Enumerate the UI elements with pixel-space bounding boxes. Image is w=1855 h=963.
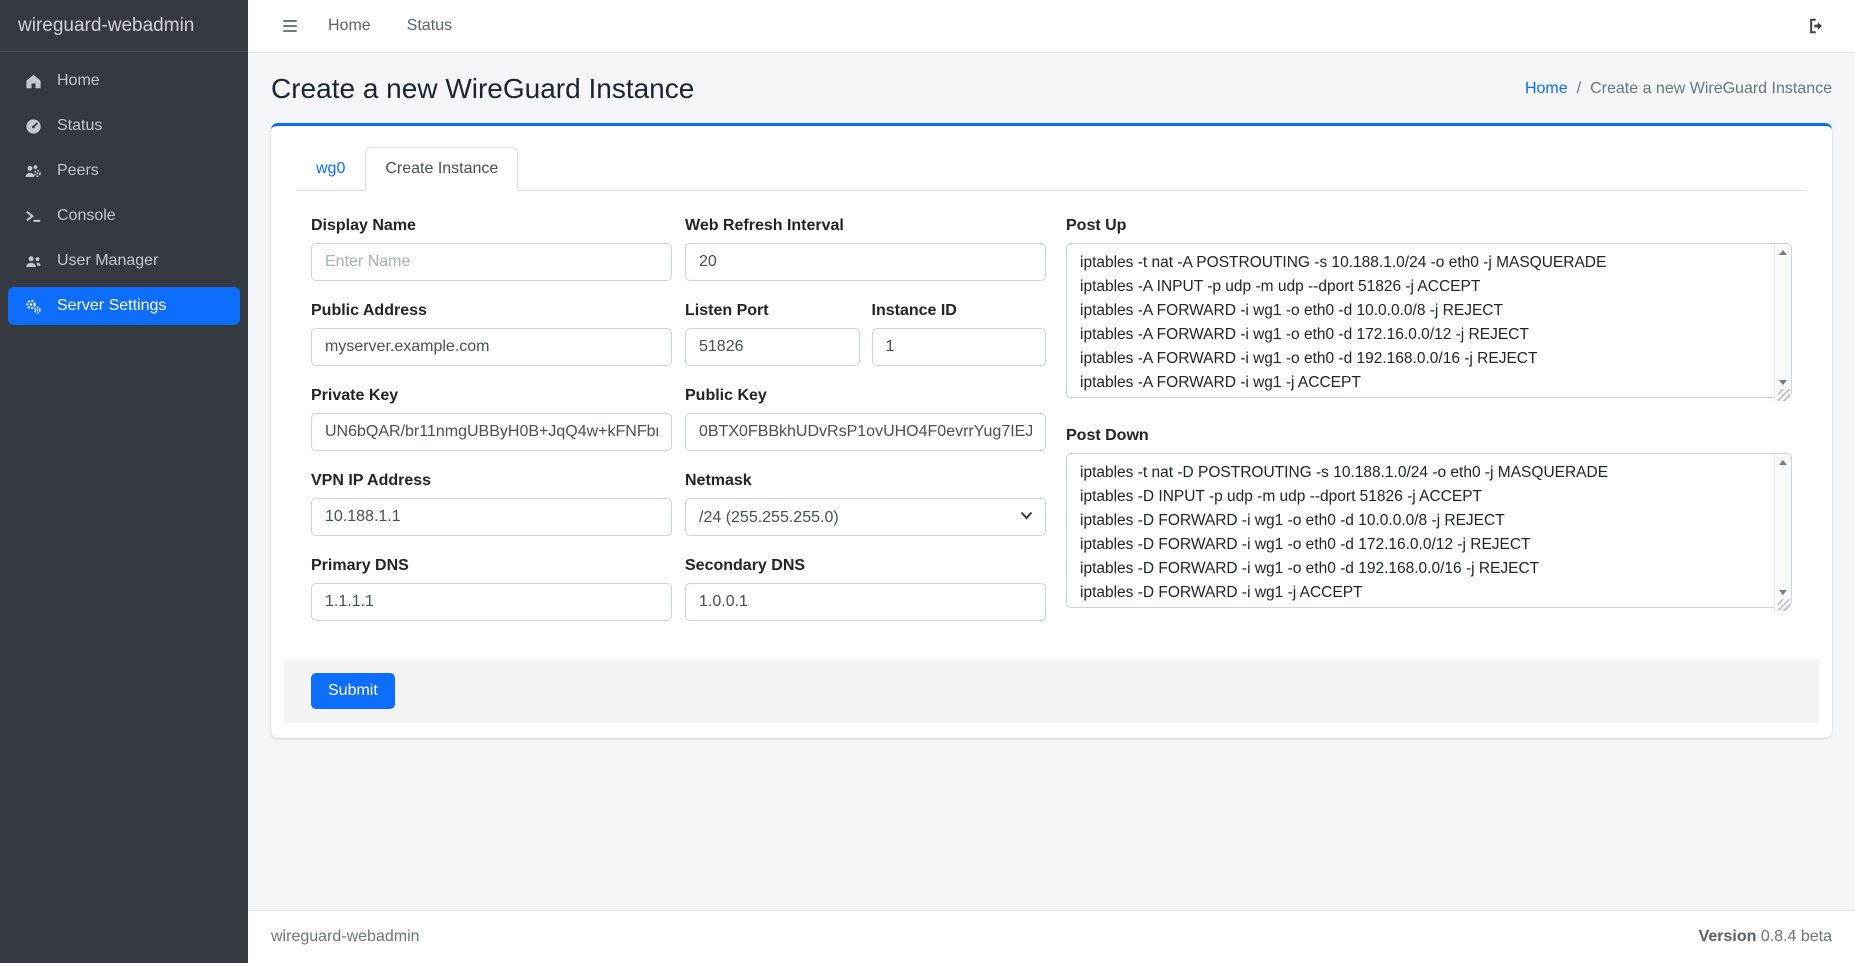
brand-link[interactable]: wireguard-webadmin [0,0,248,52]
sidebar-item-label: Home [57,72,100,90]
scroll-down-arrow-icon[interactable] [1779,590,1787,595]
content: wg0 Create Instance Display Name [248,123,1855,910]
primary-dns-label: Primary DNS [311,557,672,575]
breadcrumb-separator: / [1577,80,1581,98]
instance-id-input[interactable] [872,328,1047,366]
main-area: Home Status Create a new WireGuard Insta… [248,0,1855,963]
tab-wg0[interactable]: wg0 [296,147,365,191]
sidebar-item-label: Server Settings [57,297,166,315]
sidebar-item-status[interactable]: Status [8,107,240,145]
private-key-input[interactable] [311,413,672,451]
sidebar-toggle-button[interactable] [270,10,310,42]
public-address-label: Public Address [311,302,672,320]
page-footer: wireguard-webadmin Version 0.8.4 beta [248,910,1855,963]
listen-port-input[interactable] [685,328,860,366]
gears-icon [22,296,44,316]
top-navbar: Home Status [248,0,1855,53]
web-refresh-interval-label: Web Refresh Interval [685,217,1046,235]
page-header: Create a new WireGuard Instance Home / C… [248,53,1855,123]
sidebar-item-peers[interactable]: Peers [8,152,240,190]
private-key-label: Private Key [311,387,672,405]
netmask-label: Netmask [685,472,1046,490]
topnav-link-status[interactable]: Status [389,9,470,43]
home-icon [22,71,44,91]
form-footer: Submit [284,659,1819,723]
sidebar-nav: Home Status Peers Console [0,52,248,335]
instance-id-label: Instance ID [872,302,1047,320]
users-icon [22,251,44,271]
sidebar-item-label: Status [57,117,102,135]
version-text: Version 0.8.4 beta [1699,928,1832,946]
topnav-link-home[interactable]: Home [310,9,389,43]
listen-port-label: Listen Port [685,302,860,320]
gauge-icon [22,116,44,136]
sidebar-item-user-manager[interactable]: User Manager [8,242,240,280]
sidebar-item-label: Peers [57,162,99,180]
resize-grip[interactable] [1778,599,1790,611]
breadcrumb-home-link[interactable]: Home [1525,80,1568,98]
post-up-textarea[interactable]: iptables -t nat -A POSTROUTING -s 10.188… [1066,243,1792,398]
hamburger-icon [280,16,300,36]
sidebar-item-label: User Manager [57,252,158,270]
version-label: Version [1699,928,1757,945]
sidebar-item-label: Console [57,207,116,225]
netmask-select[interactable]: /24 (255.255.255.0) [685,498,1046,536]
post-up-scrollbar[interactable] [1774,244,1791,402]
page-title: Create a new WireGuard Instance [271,73,694,105]
users-gear-icon [22,161,44,181]
version-value: 0.8.4 beta [1761,928,1832,945]
post-up-label: Post Up [1066,217,1792,235]
breadcrumb: Home / Create a new WireGuard Instance [1525,80,1832,98]
public-key-label: Public Key [685,387,1046,405]
terminal-icon [22,206,44,226]
public-address-input[interactable] [311,328,672,366]
web-refresh-interval-input[interactable] [685,243,1046,281]
secondary-dns-label: Secondary DNS [685,557,1046,575]
scroll-up-arrow-icon[interactable] [1779,460,1787,465]
public-key-input[interactable] [685,413,1046,451]
display-name-input[interactable] [311,243,672,281]
footer-brand: wireguard-webadmin [271,928,420,946]
vpn-ip-address-input[interactable] [311,498,672,536]
tab-create-instance[interactable]: Create Instance [365,147,518,191]
sidebar-item-console[interactable]: Console [8,197,240,235]
primary-dns-input[interactable] [311,583,672,621]
secondary-dns-input[interactable] [685,583,1046,621]
instance-card: wg0 Create Instance Display Name [271,123,1832,738]
sidebar: wireguard-webadmin Home Status Peers [0,0,248,963]
post-down-textarea[interactable]: iptables -t nat -D POSTROUTING -s 10.188… [1066,453,1792,608]
sidebar-item-home[interactable]: Home [8,62,240,100]
sign-out-icon [1807,16,1827,36]
resize-grip[interactable] [1778,389,1790,401]
vpn-ip-address-label: VPN IP Address [311,472,672,490]
post-down-scrollbar[interactable] [1774,454,1791,612]
logout-button[interactable] [1803,12,1831,40]
sidebar-item-server-settings[interactable]: Server Settings [8,287,240,325]
scroll-down-arrow-icon[interactable] [1779,380,1787,385]
breadcrumb-current: Create a new WireGuard Instance [1590,80,1832,98]
submit-button[interactable]: Submit [311,673,395,709]
create-instance-panel: Display Name Web Refresh Interval Public [296,191,1807,723]
post-down-label: Post Down [1066,427,1792,445]
instance-tabs: wg0 Create Instance [296,147,1807,191]
scroll-up-arrow-icon[interactable] [1779,250,1787,255]
display-name-label: Display Name [311,217,672,235]
app-root: wireguard-webadmin Home Status Peers [0,0,1855,963]
